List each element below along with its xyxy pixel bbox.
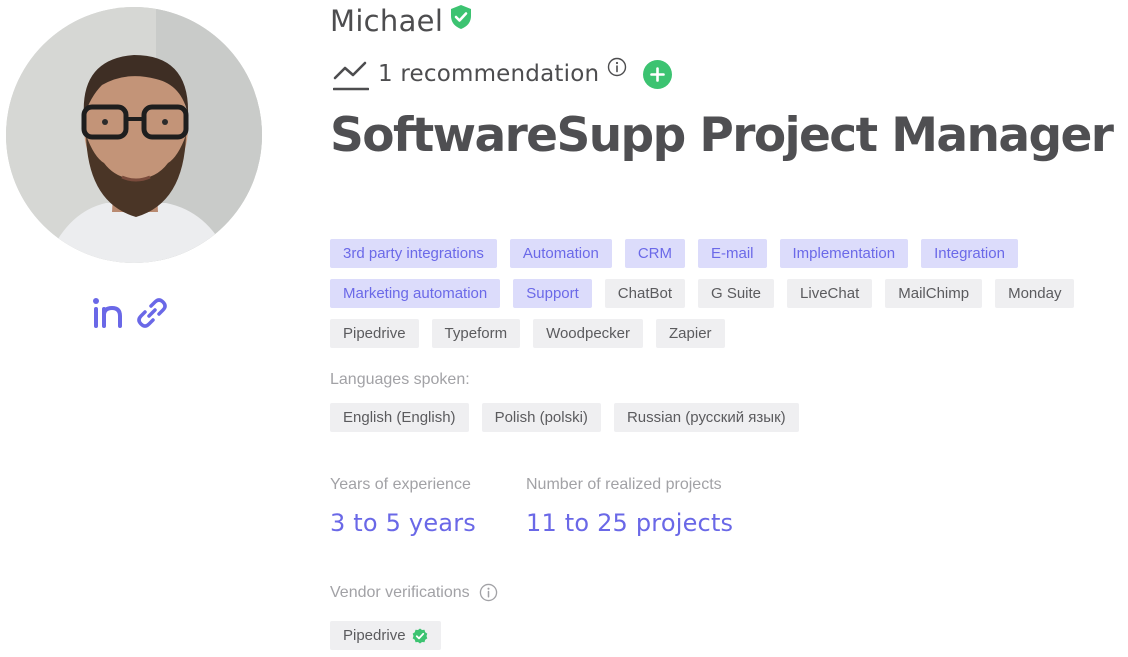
skill-tags: 3rd party integrations Automation CRM E-mai… [330,239,1128,348]
skill-tag: Automation [509,239,612,268]
skill-tag: Zapier [656,319,725,348]
link-icon[interactable] [135,296,169,330]
plus-icon [650,66,666,82]
verified-shield-icon [451,5,472,29]
verified-badge-icon [412,628,427,643]
linkedin-icon[interactable] [92,296,126,330]
language-tag: Polish (polski) [481,403,601,432]
trend-chart-icon [333,61,369,91]
language-tag: English (English) [330,403,469,432]
skill-tag: ChatBot [604,279,685,308]
language-tag: Russian (русский язык) [613,403,799,432]
skill-tag: G Suite [698,279,775,308]
skill-tag: Woodpecker [533,319,644,348]
avatar [6,7,262,263]
languages-label: Languages spoken: [330,371,470,388]
skill-tag: 3rd party integrations [330,239,497,268]
skill-tag: Marketing automation [330,279,501,308]
skill-tag: Support [513,279,592,308]
add-recommendation-button[interactable] [643,59,673,89]
vendor-verification-tag: Pipedrive [330,621,441,650]
skill-tag: CRM [624,239,685,268]
language-tags: English (English) Polish (polski) Russian … [330,403,799,432]
projects-value: 11 to 25 projects [526,509,734,537]
skill-tag: Integration [921,239,1018,268]
avatar-photo [6,7,262,263]
recommendations-row: 1 recommendation [333,56,673,92]
experience-value: 3 to 5 years [330,509,476,537]
projects-label: Number of realized projects [526,476,722,493]
skill-tag: Monday [995,279,1075,308]
vendor-verifications-header: Vendor verifications [330,583,498,602]
social-links [92,296,169,330]
info-icon[interactable] [479,583,498,602]
profile-card: Michael 1 recommendation SoftwareSupp Pr… [0,0,1128,657]
vendor-verifications-label: Vendor verifications [330,583,470,601]
profile-name: Michael [330,4,444,38]
vendor-verification-label: Pipedrive [343,627,406,644]
skill-tag: MailChimp [885,279,983,308]
skill-tag: Typeform [431,319,521,348]
page-title: SoftwareSupp Project Manager [330,108,1114,163]
skill-tag: E-mail [697,239,767,268]
experience-label: Years of experience [330,476,471,493]
skill-tag: LiveChat [787,279,873,308]
skill-tag: Pipedrive [330,319,419,348]
skill-tag: Implementation [779,239,909,268]
name-row: Michael [330,4,473,38]
recommendation-count: 1 recommendation [378,61,600,87]
info-icon[interactable] [607,57,627,77]
